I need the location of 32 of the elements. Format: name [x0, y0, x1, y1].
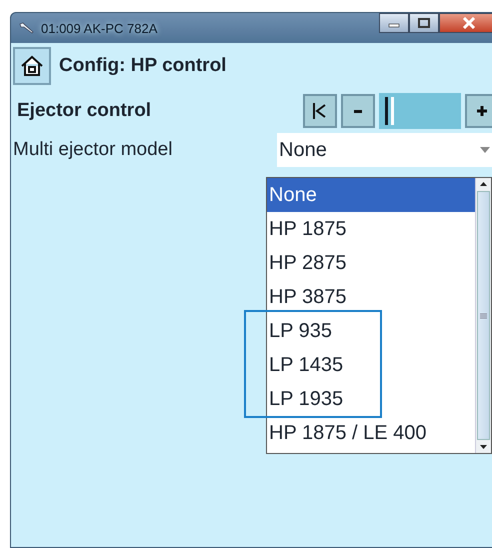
maximize-button[interactable]: [409, 13, 439, 33]
grip-icon: [480, 312, 487, 318]
slider-thumb[interactable]: [383, 97, 395, 125]
window-title: 01:009 AK-PC 782A: [41, 20, 158, 36]
dropdown-arrow-icon: [479, 146, 491, 154]
home-button[interactable]: [13, 47, 51, 85]
section-label: Ejector control: [16, 100, 152, 122]
page-title: Config: HP control: [59, 55, 226, 77]
first-button[interactable]: [303, 94, 337, 128]
close-icon: [462, 17, 476, 29]
dropdown-option[interactable]: LP 1935: [267, 382, 475, 416]
wrench-icon: [19, 22, 35, 34]
dropdown-option[interactable]: LP 935: [267, 314, 475, 348]
increase-button[interactable]: [465, 94, 492, 128]
home-icon: [20, 54, 44, 78]
slider-track[interactable]: [379, 93, 461, 129]
scroll-thumb[interactable]: [477, 191, 490, 440]
dropdown-option[interactable]: None: [267, 178, 475, 212]
scrollbar[interactable]: [475, 178, 491, 453]
dropdown-option[interactable]: HP 3875: [267, 280, 475, 314]
model-dropdown[interactable]: None: [277, 133, 492, 167]
dropdown-option[interactable]: HP 1875 / LE 400: [267, 416, 475, 450]
minus-icon: [354, 110, 362, 112]
dropdown-option[interactable]: LP 1435: [267, 348, 475, 382]
close-button[interactable]: [439, 13, 492, 33]
decrease-button[interactable]: [341, 94, 375, 128]
skip-back-icon: [312, 102, 328, 120]
dropdown-option[interactable]: HP 1875: [267, 212, 475, 246]
dropdown-option[interactable]: HP 2875: [267, 246, 475, 280]
maximize-icon: [418, 18, 430, 28]
field-label: Multi ejector model: [13, 139, 172, 161]
minimize-button[interactable]: [379, 13, 409, 33]
